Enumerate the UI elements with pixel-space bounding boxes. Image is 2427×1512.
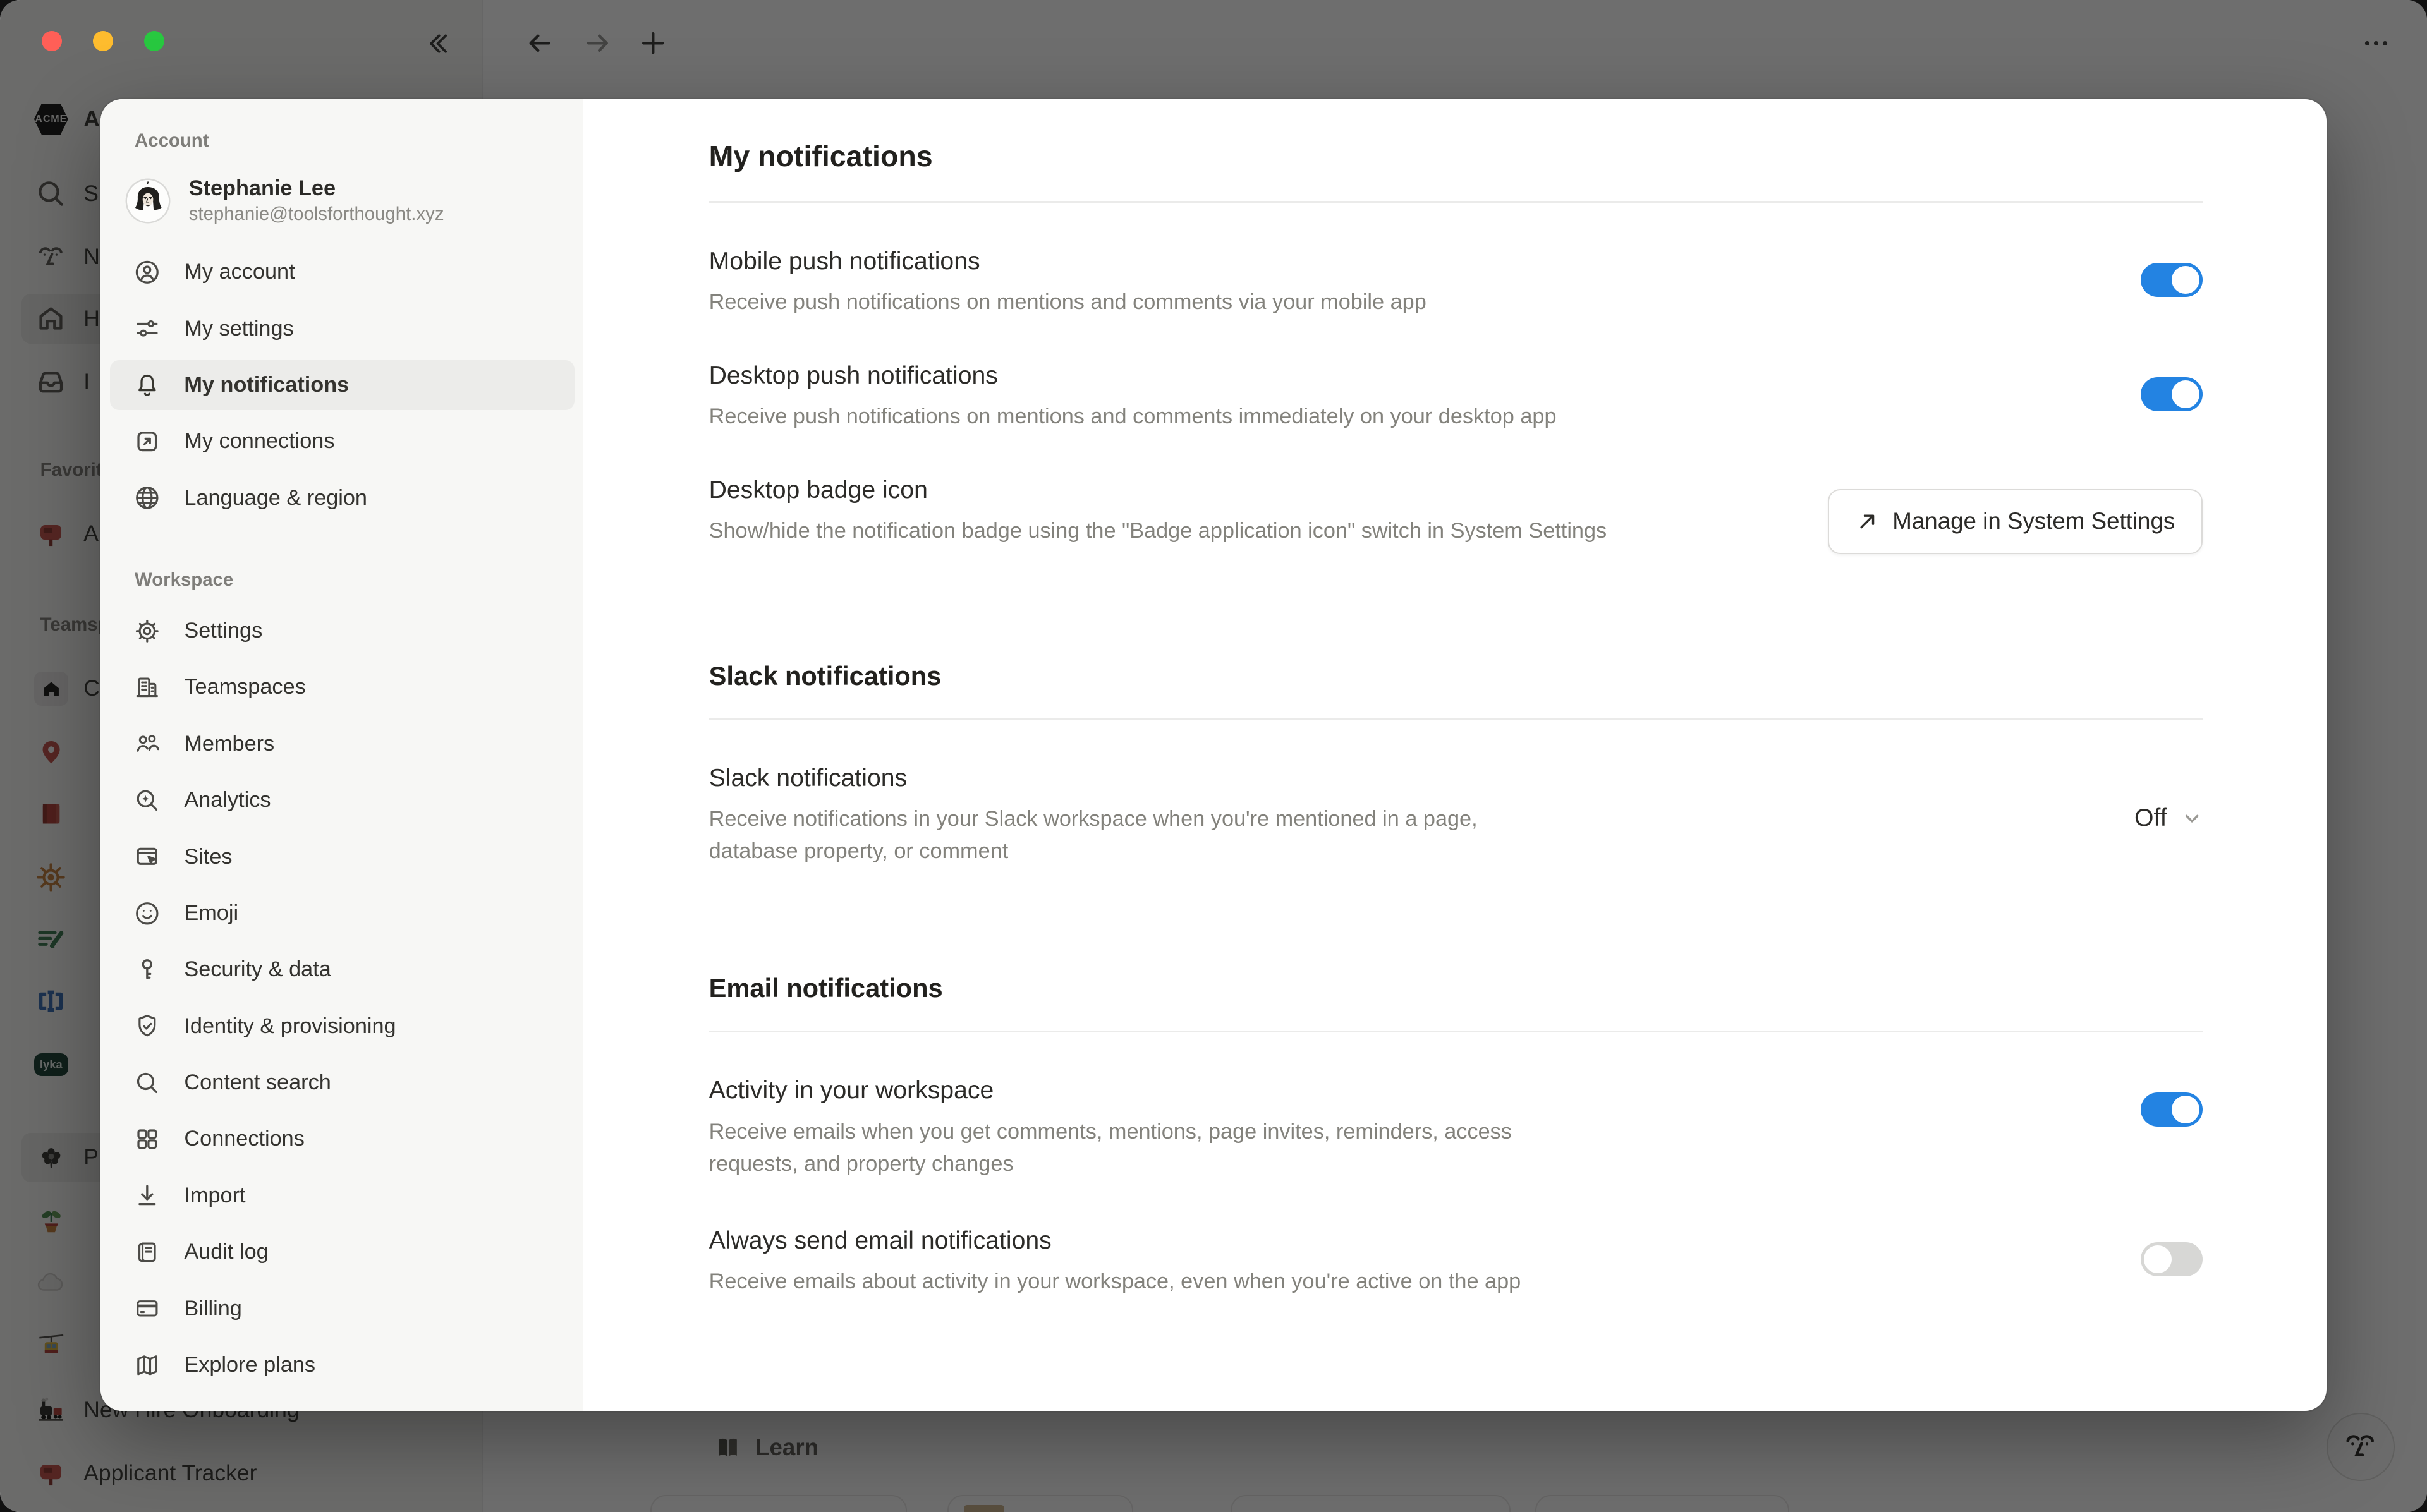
toggle-knob [2172,266,2199,294]
app-window: ACME A S N H I Favorites A Teamspaces [0,0,2427,1512]
activity-email-toggle[interactable] [2141,1092,2203,1127]
sidebar-item-analytics[interactable]: Analytics [110,775,575,825]
arrow-out-box-icon [131,426,162,457]
sidebar-item-my-account[interactable]: My account [110,248,575,297]
shield-check-icon [131,1011,162,1042]
sidebar-item-emoji[interactable]: Emoji [110,888,575,938]
divider [709,718,2203,719]
arrow-up-right-icon [1856,510,1879,533]
email-section-heading: Email notifications [709,970,2203,1007]
mobile-push-toggle[interactable] [2141,263,2203,297]
desktop-push-toggle[interactable] [2141,377,2203,411]
sidebar-item-sites[interactable]: Sites [110,832,575,881]
setting-row-slack: Slack notifications Receive notification… [709,761,2203,868]
sidebar-item-connections[interactable]: Connections [110,1115,575,1164]
traffic-light-zoom[interactable] [144,31,164,51]
person-circle-icon [131,257,162,287]
sidebar-item-teamspaces[interactable]: Teamspaces [110,663,575,712]
sidebar-item-language-region[interactable]: Language & region [110,473,575,523]
people-icon [131,729,162,759]
browser-cursor-icon [131,842,162,873]
user-email: stephanie@toolsforthought.xyz [189,202,444,226]
slack-select-value: Off [2134,804,2167,832]
workspace-menu: Settings Teamspaces Members [110,606,575,1389]
bell-icon [131,370,162,401]
toggle-knob [2144,1245,2172,1273]
globe-icon [131,483,162,514]
always-send-email-toggle[interactable] [2141,1242,2203,1276]
sidebar-item-identity-provisioning[interactable]: Identity & provisioning [110,1001,575,1051]
account-user-row[interactable]: Stephanie Lee stephanie@toolsforthought.… [110,167,575,235]
sidebar-item-members[interactable]: Members [110,719,575,768]
avatar [127,180,169,222]
slack-notifications-select[interactable]: Off [2134,804,2203,832]
smiley-icon [131,898,162,929]
chevron-down-icon [2181,807,2203,829]
key-icon [131,954,162,985]
magnifier-sparkle-icon [131,785,162,816]
account-section-header: Account [135,130,575,152]
account-menu: My account My settings My notifications [110,248,575,523]
setting-row-activity-workspace: Activity in your workspace Receive email… [709,1074,2203,1180]
user-name: Stephanie Lee [189,176,444,202]
building-icon [131,672,162,703]
divider [709,1031,2203,1032]
settings-modal: Account Stephanie Lee stephanie@toolsfor… [100,99,2327,1412]
gear-icon [131,615,162,646]
map-icon [131,1350,162,1381]
toggle-knob [2172,380,2199,408]
setting-row-desktop-push: Desktop push notifications Receive push … [709,359,2203,433]
workspace-section-header: Workspace [135,569,575,591]
toggle-knob [2172,1096,2199,1123]
sliders-icon [131,313,162,344]
sidebar-item-import[interactable]: Import [110,1171,575,1220]
setting-row-desktop-badge: Desktop badge icon Show/hide the notific… [709,473,2203,553]
setting-row-always-send-email: Always send email notifications Receive … [709,1224,2203,1298]
sidebar-item-content-search[interactable]: Content search [110,1058,575,1107]
magnifier-icon [131,1067,162,1098]
settings-sidebar: Account Stephanie Lee stephanie@toolsfor… [100,99,583,1412]
sidebar-item-audit-log[interactable]: Audit log [110,1227,575,1276]
sidebar-item-billing[interactable]: Billing [110,1284,575,1333]
sidebar-item-my-notifications[interactable]: My notifications [110,360,575,409]
divider [709,201,2203,202]
sidebar-item-explore-plans[interactable]: Explore plans [110,1340,575,1389]
credit-card-icon [131,1293,162,1324]
sidebar-item-my-connections[interactable]: My connections [110,417,575,466]
grid-icon [131,1123,162,1154]
setting-row-mobile-push: Mobile push notifications Receive push n… [709,245,2203,319]
settings-content: My notifications Mobile push notificatio… [583,99,2327,1412]
traffic-light-close[interactable] [42,31,62,51]
sidebar-item-security-data[interactable]: Security & data [110,945,575,995]
manage-system-settings-button[interactable]: Manage in System Settings [1828,489,2203,554]
download-arrow-icon [131,1180,162,1211]
page-title: My notifications [709,136,2203,177]
sidebar-item-settings[interactable]: Settings [110,606,575,655]
slack-section-heading: Slack notifications [709,658,2203,695]
scroll-icon [131,1237,162,1267]
traffic-light-minimize[interactable] [93,31,113,51]
sidebar-item-my-settings[interactable]: My settings [110,304,575,353]
